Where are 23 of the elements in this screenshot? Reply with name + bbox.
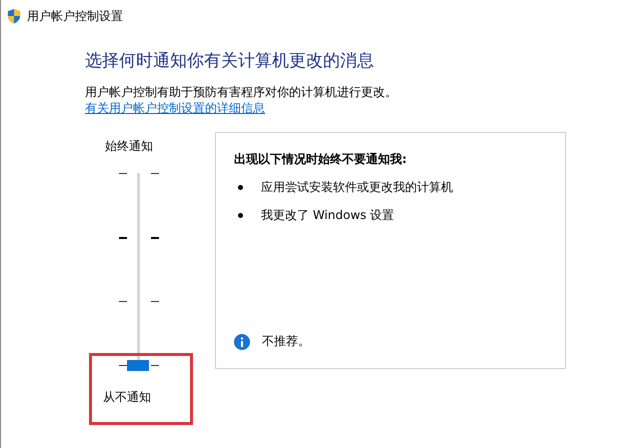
tick-mark [151, 365, 159, 366]
panel-item: 应用尝试安装软件或更改我的计算机 [261, 179, 453, 195]
tick-mark [119, 301, 127, 302]
tick-mark [119, 173, 127, 174]
window-title: 用户帐户控制设置 [27, 8, 123, 24]
shield-icon [7, 8, 21, 24]
tick-mark [119, 237, 127, 239]
bullet-icon [238, 184, 243, 190]
info-icon [234, 334, 250, 350]
slider-top-label: 始终通知 [105, 138, 154, 154]
slider-thumb[interactable] [127, 360, 149, 371]
panel-title: 出现以下情况时始终不要通知我: [234, 151, 408, 167]
note-text: 不推荐。 [262, 333, 310, 350]
panel-item: 我更改了 Windows 设置 [261, 207, 394, 223]
bullet-icon [238, 212, 243, 218]
description: 用户帐户控制有助于预防有害程序对你的计算机进行更改。 [85, 84, 398, 100]
heading: 选择何时通知你有关计算机更改的消息 [85, 50, 375, 72]
help-link[interactable]: 有关用户帐户控制设置的详细信息 [85, 100, 265, 116]
tick-mark [151, 301, 159, 302]
tick-mark [119, 365, 127, 366]
slider-bottom-label: 从不通知 [103, 389, 152, 405]
tick-mark [151, 173, 159, 174]
tick-mark [151, 237, 159, 239]
